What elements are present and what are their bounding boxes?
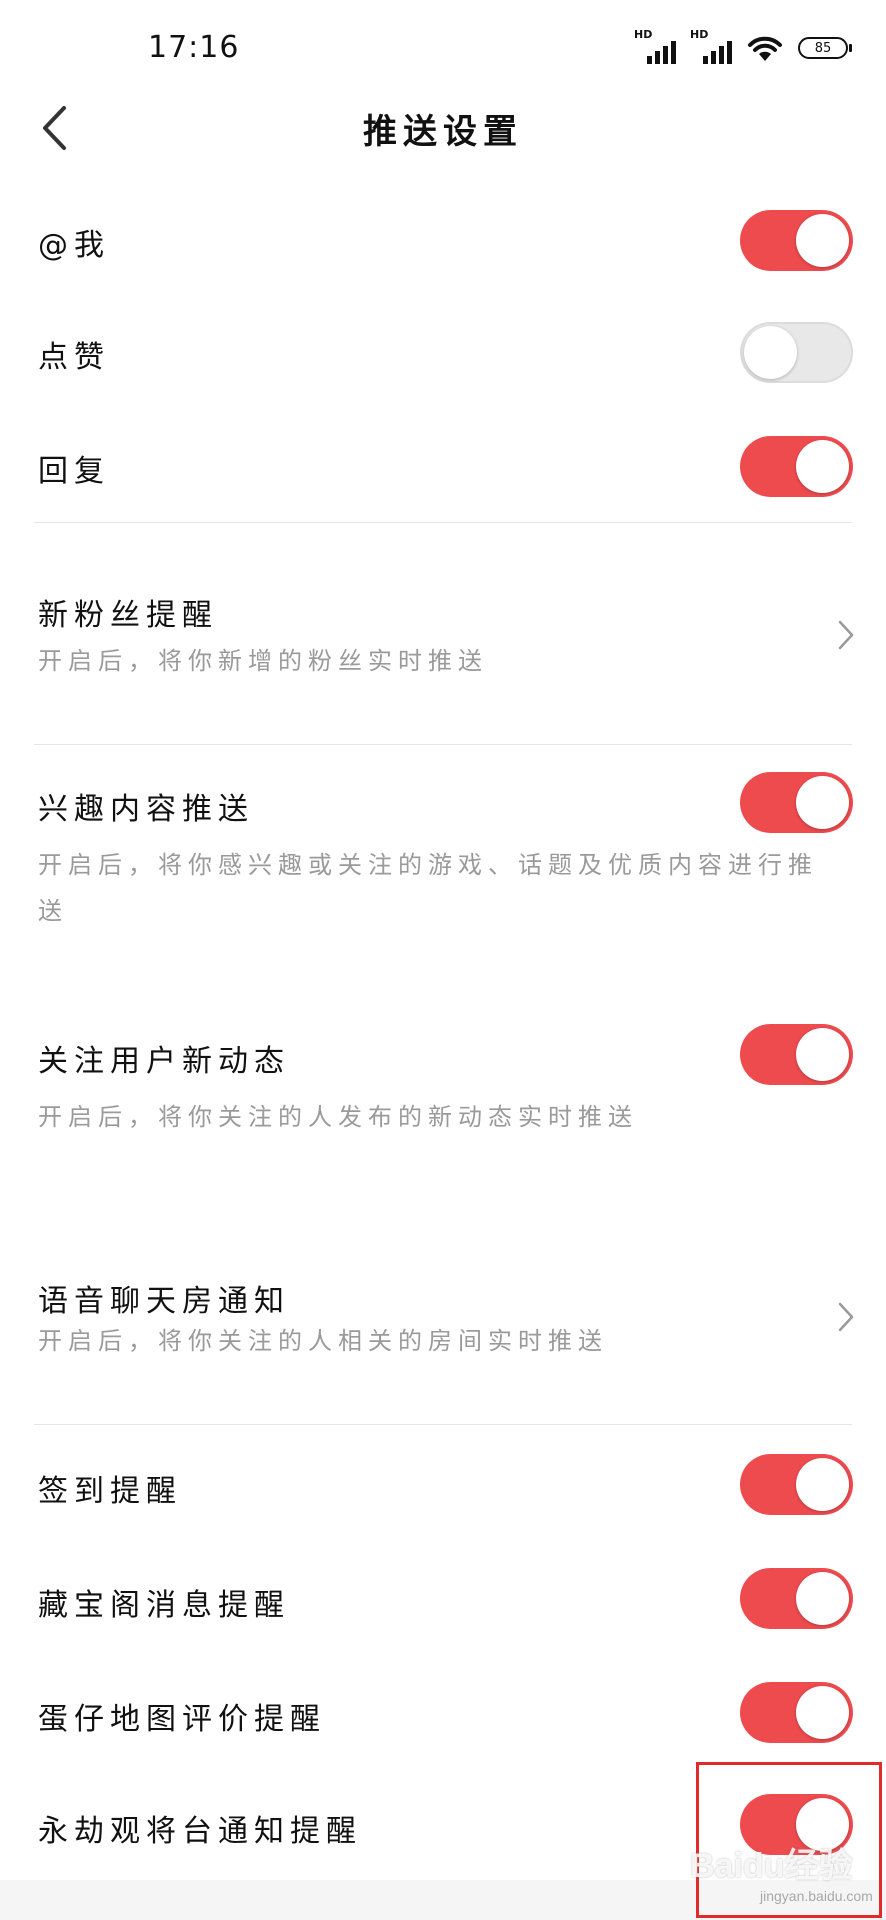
setting-row-at-me: @我 bbox=[0, 206, 886, 276]
status-icons: HD HD 85 bbox=[634, 28, 852, 66]
toggle-interest-push[interactable] bbox=[740, 772, 853, 833]
divider bbox=[34, 744, 852, 745]
setting-title-likes: 点赞 bbox=[38, 340, 110, 375]
setting-title-reply: 回复 bbox=[38, 454, 110, 489]
toggle-egg-map[interactable] bbox=[740, 1682, 853, 1743]
setting-title-follow-updates: 关注用户新动态 bbox=[38, 1044, 290, 1079]
toggle-checkin[interactable] bbox=[740, 1454, 853, 1515]
signal-icon: HD bbox=[634, 28, 676, 64]
setting-row-egg-map: 蛋仔地图评价提醒 bbox=[0, 1680, 886, 1750]
setting-title-yongjie: 永劫观将台通知提醒 bbox=[38, 1814, 362, 1849]
push-settings-page: 17:16 HD HD 85 推送设置 @我 点赞 回复 新粉丝提醒 开启后，将… bbox=[0, 0, 886, 1920]
setting-desc-new-fans: 开启后，将你新增的粉丝实时推送 bbox=[38, 647, 488, 675]
setting-row-treasure: 藏宝阁消息提醒 bbox=[0, 1566, 886, 1636]
chevron-right-icon bbox=[838, 1302, 854, 1332]
setting-row-voice-room[interactable]: 语音聊天房通知 开启后，将你关注的人相关的房间实时推送 bbox=[0, 1272, 886, 1382]
setting-row-follow-updates: 关注用户新动态 开启后，将你关注的人发布的新动态实时推送 bbox=[0, 1022, 886, 1142]
setting-title-at-me: @我 bbox=[38, 228, 110, 263]
setting-row-checkin: 签到提醒 bbox=[0, 1452, 886, 1522]
setting-title-checkin: 签到提醒 bbox=[38, 1474, 182, 1509]
wifi-icon bbox=[746, 33, 784, 63]
toggle-at-me[interactable] bbox=[740, 210, 853, 271]
setting-row-interest-push: 兴趣内容推送 开启后，将你感兴趣或关注的游戏、话题及优质内容进行推送 bbox=[0, 770, 886, 940]
watermark-logo: Baidu经验 bbox=[690, 1847, 853, 1885]
setting-desc-follow-updates: 开启后，将你关注的人发布的新动态实时推送 bbox=[38, 1103, 638, 1131]
nav-bar: 推送设置 bbox=[0, 96, 886, 160]
toggle-likes[interactable] bbox=[740, 322, 853, 383]
setting-desc-interest-push: 开启后，将你感兴趣或关注的游戏、话题及优质内容进行推送 bbox=[38, 851, 818, 925]
setting-title-voice-room: 语音聊天房通知 bbox=[38, 1284, 290, 1319]
watermark-url: jingyan.baidu.com bbox=[760, 1888, 873, 1904]
setting-title-interest-push: 兴趣内容推送 bbox=[38, 792, 254, 827]
battery-level: 85 bbox=[814, 40, 832, 56]
toggle-treasure[interactable] bbox=[740, 1568, 853, 1629]
setting-desc-voice-room: 开启后，将你关注的人相关的房间实时推送 bbox=[38, 1327, 608, 1355]
page-title: 推送设置 bbox=[363, 112, 523, 152]
status-bar: 17:16 HD HD 85 bbox=[0, 0, 886, 96]
status-time: 17:16 bbox=[148, 30, 240, 65]
battery-icon: 85 bbox=[798, 37, 852, 59]
chevron-right-icon bbox=[838, 620, 854, 650]
setting-row-reply: 回复 bbox=[0, 432, 886, 502]
toggle-reply[interactable] bbox=[740, 436, 853, 497]
setting-title-treasure: 藏宝阁消息提醒 bbox=[38, 1588, 290, 1623]
setting-row-new-fans[interactable]: 新粉丝提醒 开启后，将你新增的粉丝实时推送 bbox=[0, 584, 886, 694]
setting-title-egg-map: 蛋仔地图评价提醒 bbox=[38, 1702, 326, 1737]
divider bbox=[34, 522, 852, 523]
divider bbox=[34, 1424, 852, 1425]
toggle-follow-updates[interactable] bbox=[740, 1024, 853, 1085]
signal-hd-label: HD bbox=[634, 28, 653, 41]
signal-hd-label-2: HD bbox=[690, 28, 709, 41]
setting-title-new-fans: 新粉丝提醒 bbox=[38, 598, 218, 633]
setting-row-likes: 点赞 bbox=[0, 318, 886, 388]
signal-icon-2: HD bbox=[690, 28, 732, 64]
